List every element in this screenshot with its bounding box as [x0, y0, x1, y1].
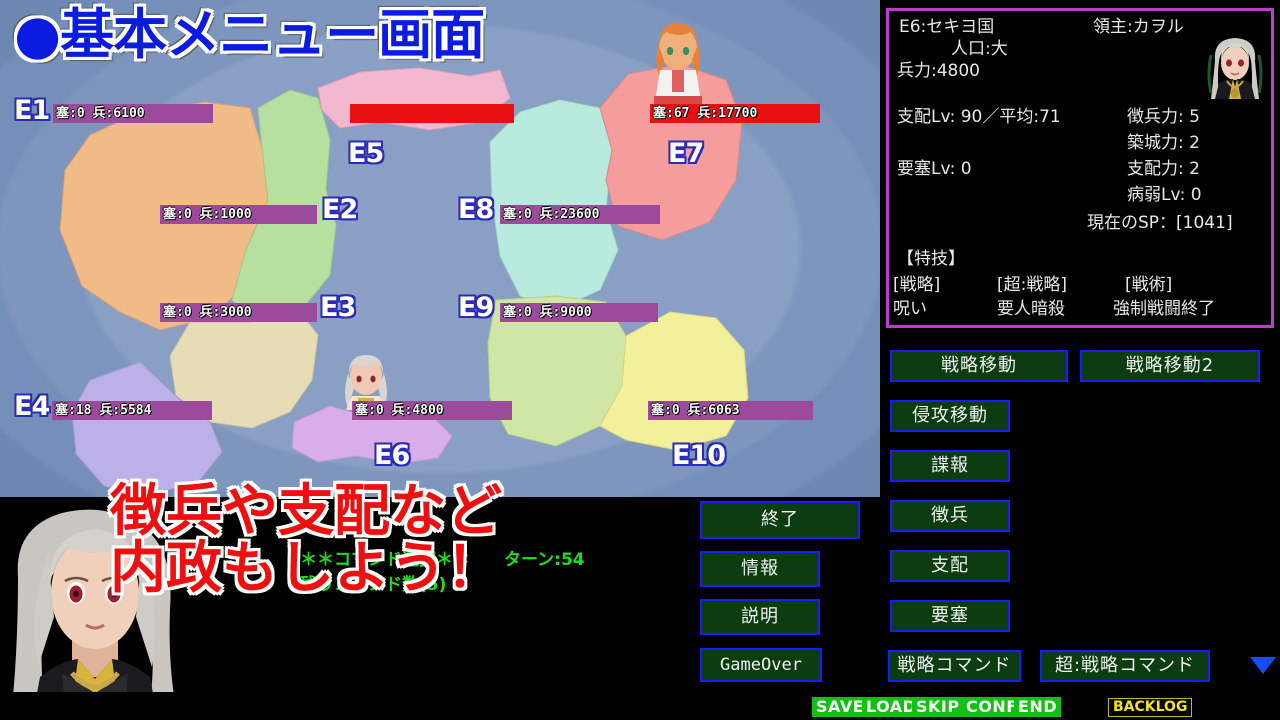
info-region-name: E6:セキヨ国 [899, 17, 995, 37]
info-skill-cat-2: [超:戦略] [997, 275, 1067, 295]
lord-portrait [1207, 35, 1263, 99]
region-label-e5[interactable]: E5 [348, 140, 384, 167]
system-bar: SAVE LOAD SKIP CONF END BACKLOG [0, 692, 1280, 720]
map-sprite-e7[interactable] [650, 18, 706, 110]
button-rule[interactable]: 支配 [890, 550, 1010, 582]
region-label-e4[interactable]: E4 [14, 393, 50, 420]
region-label-e9[interactable]: E9 [458, 294, 494, 321]
region-stat-bar-e7[interactable]: 塞:67 兵:17700 [650, 104, 820, 123]
button-fortress[interactable]: 要塞 [890, 600, 1010, 632]
info-construction-power: 築城力: 2 [1127, 133, 1200, 153]
button-conscription[interactable]: 徴兵 [890, 500, 1010, 532]
info-skill-1: 呪い [893, 299, 927, 319]
region-label-e1[interactable]: E1 [14, 97, 50, 124]
button-invasion-move[interactable]: 侵攻移動 [890, 400, 1010, 432]
info-divider [889, 243, 1271, 245]
info-current-sp: 現在のSP：[1041] [1087, 213, 1233, 233]
region-stat-text-e6: 塞:0 兵:4800 [355, 403, 444, 418]
region-stat-bar-e8[interactable]: 塞:0 兵:23600 [500, 205, 660, 224]
button-help[interactable]: 説明 [700, 599, 820, 635]
page-title: ●基本メニュー画面 [14, 3, 485, 66]
conf-button[interactable]: CONF [962, 697, 1022, 717]
info-skill-cat-1: [戦略] [893, 275, 941, 295]
region-stat-bar-e1[interactable]: 塞:0 兵:6100 [53, 104, 213, 123]
skip-button[interactable]: SKIP [912, 697, 964, 717]
info-skill-2: 要人暗殺 [997, 299, 1065, 319]
region-label-e6[interactable]: E6 [374, 442, 410, 469]
button-strategic-move-2[interactable]: 戦略移動2 [1080, 350, 1260, 382]
strategy-map[interactable]: ●基本メニュー画面 E1 E2 E3 E4 E5 E6 E7 E8 E9 E10… [0, 0, 880, 497]
region-label-e8[interactable]: E8 [458, 196, 494, 223]
region-info-panel: E6:セキヨ国 領主:カヲル 人口:大 兵力:4800 支配Lv: 90／平均:… [886, 8, 1274, 328]
info-rule-power: 支配力: 2 [1127, 159, 1200, 179]
button-strategic-move[interactable]: 戦略移動 [890, 350, 1068, 382]
button-end-turn[interactable]: 終了 [700, 501, 860, 539]
button-info[interactable]: 情報 [700, 551, 820, 587]
backlog-button[interactable]: BACKLOG [1108, 697, 1193, 717]
info-fort-level: 要塞Lv: 0 [897, 159, 972, 179]
region-stat-text-e8: 塞:0 兵:23600 [503, 207, 600, 222]
button-espionage[interactable]: 諜報 [890, 450, 1010, 482]
region-stat-bar-e10[interactable]: 塞:0 兵:6063 [648, 401, 813, 420]
region-stat-text-e2: 塞:0 兵:1000 [163, 207, 252, 222]
region-stat-bar-e5[interactable] [350, 104, 514, 123]
region-label-e2[interactable]: E2 [322, 196, 358, 223]
end-button[interactable]: END [1014, 697, 1062, 717]
info-troops: 兵力:4800 [897, 61, 980, 81]
region-label-e3[interactable]: E3 [320, 294, 356, 321]
info-population: 人口:大 [951, 39, 1008, 59]
info-rule-level: 支配Lv: 90／平均:71 [897, 107, 1061, 127]
save-button[interactable]: SAVE [812, 697, 869, 717]
info-skill-3: 強制戦闘終了 [1113, 299, 1215, 319]
info-skills-header: 【特技】 [897, 249, 965, 269]
button-gameover[interactable]: GameOver [700, 648, 822, 682]
region-stat-text-e3: 塞:0 兵:3000 [163, 305, 252, 320]
region-stat-bar-e4[interactable]: 塞:18 兵:5584 [52, 401, 212, 420]
region-label-e10[interactable]: E10 [672, 442, 726, 469]
tutorial-caption: 徴兵や支配など 内政もしよう！ [110, 483, 502, 597]
caption-line-1: 徴兵や支配など [110, 479, 502, 544]
region-stat-bar-e6[interactable]: 塞:0 兵:4800 [352, 401, 512, 420]
button-super-strategy-command[interactable]: 超:戦略コマンド [1040, 650, 1210, 682]
region-stat-bar-e2[interactable]: 塞:0 兵:1000 [160, 205, 317, 224]
info-skill-cat-3: [戦術] [1125, 275, 1173, 295]
info-sickness-level: 病弱Lv: 0 [1127, 185, 1202, 205]
region-stat-text-e9: 塞:0 兵:9000 [503, 305, 592, 320]
region-stat-bar-e9[interactable]: 塞:0 兵:9000 [500, 303, 658, 322]
region-stat-text-e7: 塞:67 兵:17700 [653, 106, 758, 121]
region-stat-text-e1: 塞:0 兵:6100 [56, 106, 145, 121]
button-strategy-command[interactable]: 戦略コマンド [888, 650, 1021, 682]
caption-line-2: 内政もしよう！ [110, 536, 502, 602]
region-stat-bar-e3[interactable]: 塞:0 兵:3000 [160, 303, 317, 322]
region-stat-text-e4: 塞:18 兵:5584 [55, 403, 152, 418]
region-label-e7[interactable]: E7 [668, 140, 704, 167]
info-lord-name: 領主:カヲル [1093, 17, 1184, 37]
region-stat-text-e10: 塞:0 兵:6063 [651, 403, 740, 418]
next-arrow-icon[interactable] [1250, 657, 1276, 674]
lord-portrait-art [1207, 35, 1263, 99]
info-conscription-power: 徴兵力: 5 [1127, 107, 1200, 127]
